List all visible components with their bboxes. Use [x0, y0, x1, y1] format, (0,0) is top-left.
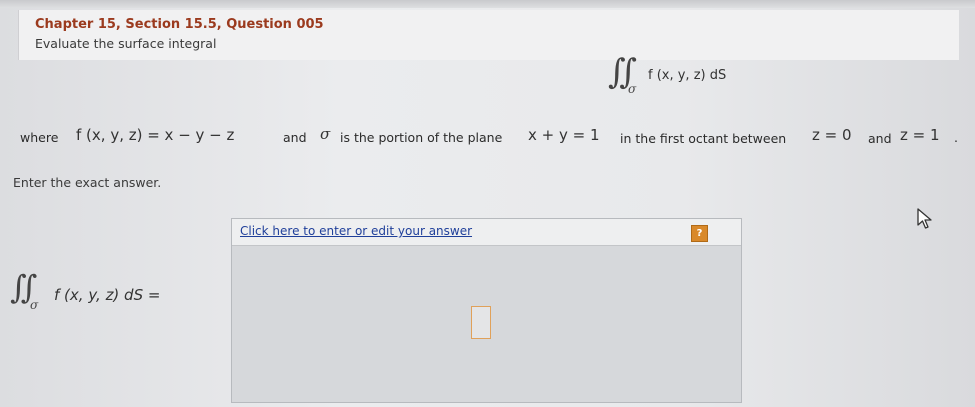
screen: Chapter 15, Section 15.5, Question 005 E…: [0, 0, 975, 407]
and-word-1: and: [283, 130, 307, 145]
display-integral: ∬ σ f (x, y, z) dS: [608, 52, 808, 108]
answer-panel: Click here to enter or edit your answer …: [231, 218, 742, 403]
help-icon[interactable]: ?: [691, 225, 708, 242]
answer-lhs-expression: ∬ σ f (x, y, z) dS =: [10, 268, 210, 322]
enter-exact-instruction: Enter the exact answer.: [13, 175, 162, 190]
lhs-integral-subscript: σ: [30, 298, 39, 312]
instruction-text: Evaluate the surface integral: [35, 36, 217, 51]
lhs-integrand: f (x, y, z) dS =: [54, 286, 161, 304]
function-definition: f (x, y, z) = x − y − z: [76, 126, 235, 144]
period: .: [954, 130, 958, 145]
octant-text: in the first octant between: [620, 131, 787, 146]
mouse-pointer-icon: [917, 208, 932, 229]
answer-panel-header: Click here to enter or edit your answer …: [232, 219, 741, 246]
problem-statement: where f (x, y, z) = x − y − z and σ is t…: [18, 125, 968, 152]
and-word-2: and: [868, 131, 892, 146]
plane-equation: x + y = 1: [528, 126, 600, 144]
sigma-symbol: σ: [320, 125, 331, 143]
integrand: f (x, y, z) dS: [648, 68, 727, 83]
z-equals-one: z = 1: [900, 126, 940, 144]
enter-answer-link[interactable]: Click here to enter or edit your answer: [240, 224, 472, 238]
top-strip: [0, 0, 975, 8]
z-equals-zero: z = 0: [812, 126, 852, 144]
portion-text: is the portion of the plane: [340, 130, 503, 145]
question-header: Chapter 15, Section 15.5, Question 005 E…: [18, 10, 959, 60]
answer-input-box[interactable]: [471, 306, 491, 339]
where-word: where: [20, 130, 59, 145]
integral-subscript: σ: [628, 82, 637, 96]
chapter-title: Chapter 15, Section 15.5, Question 005: [35, 17, 324, 32]
